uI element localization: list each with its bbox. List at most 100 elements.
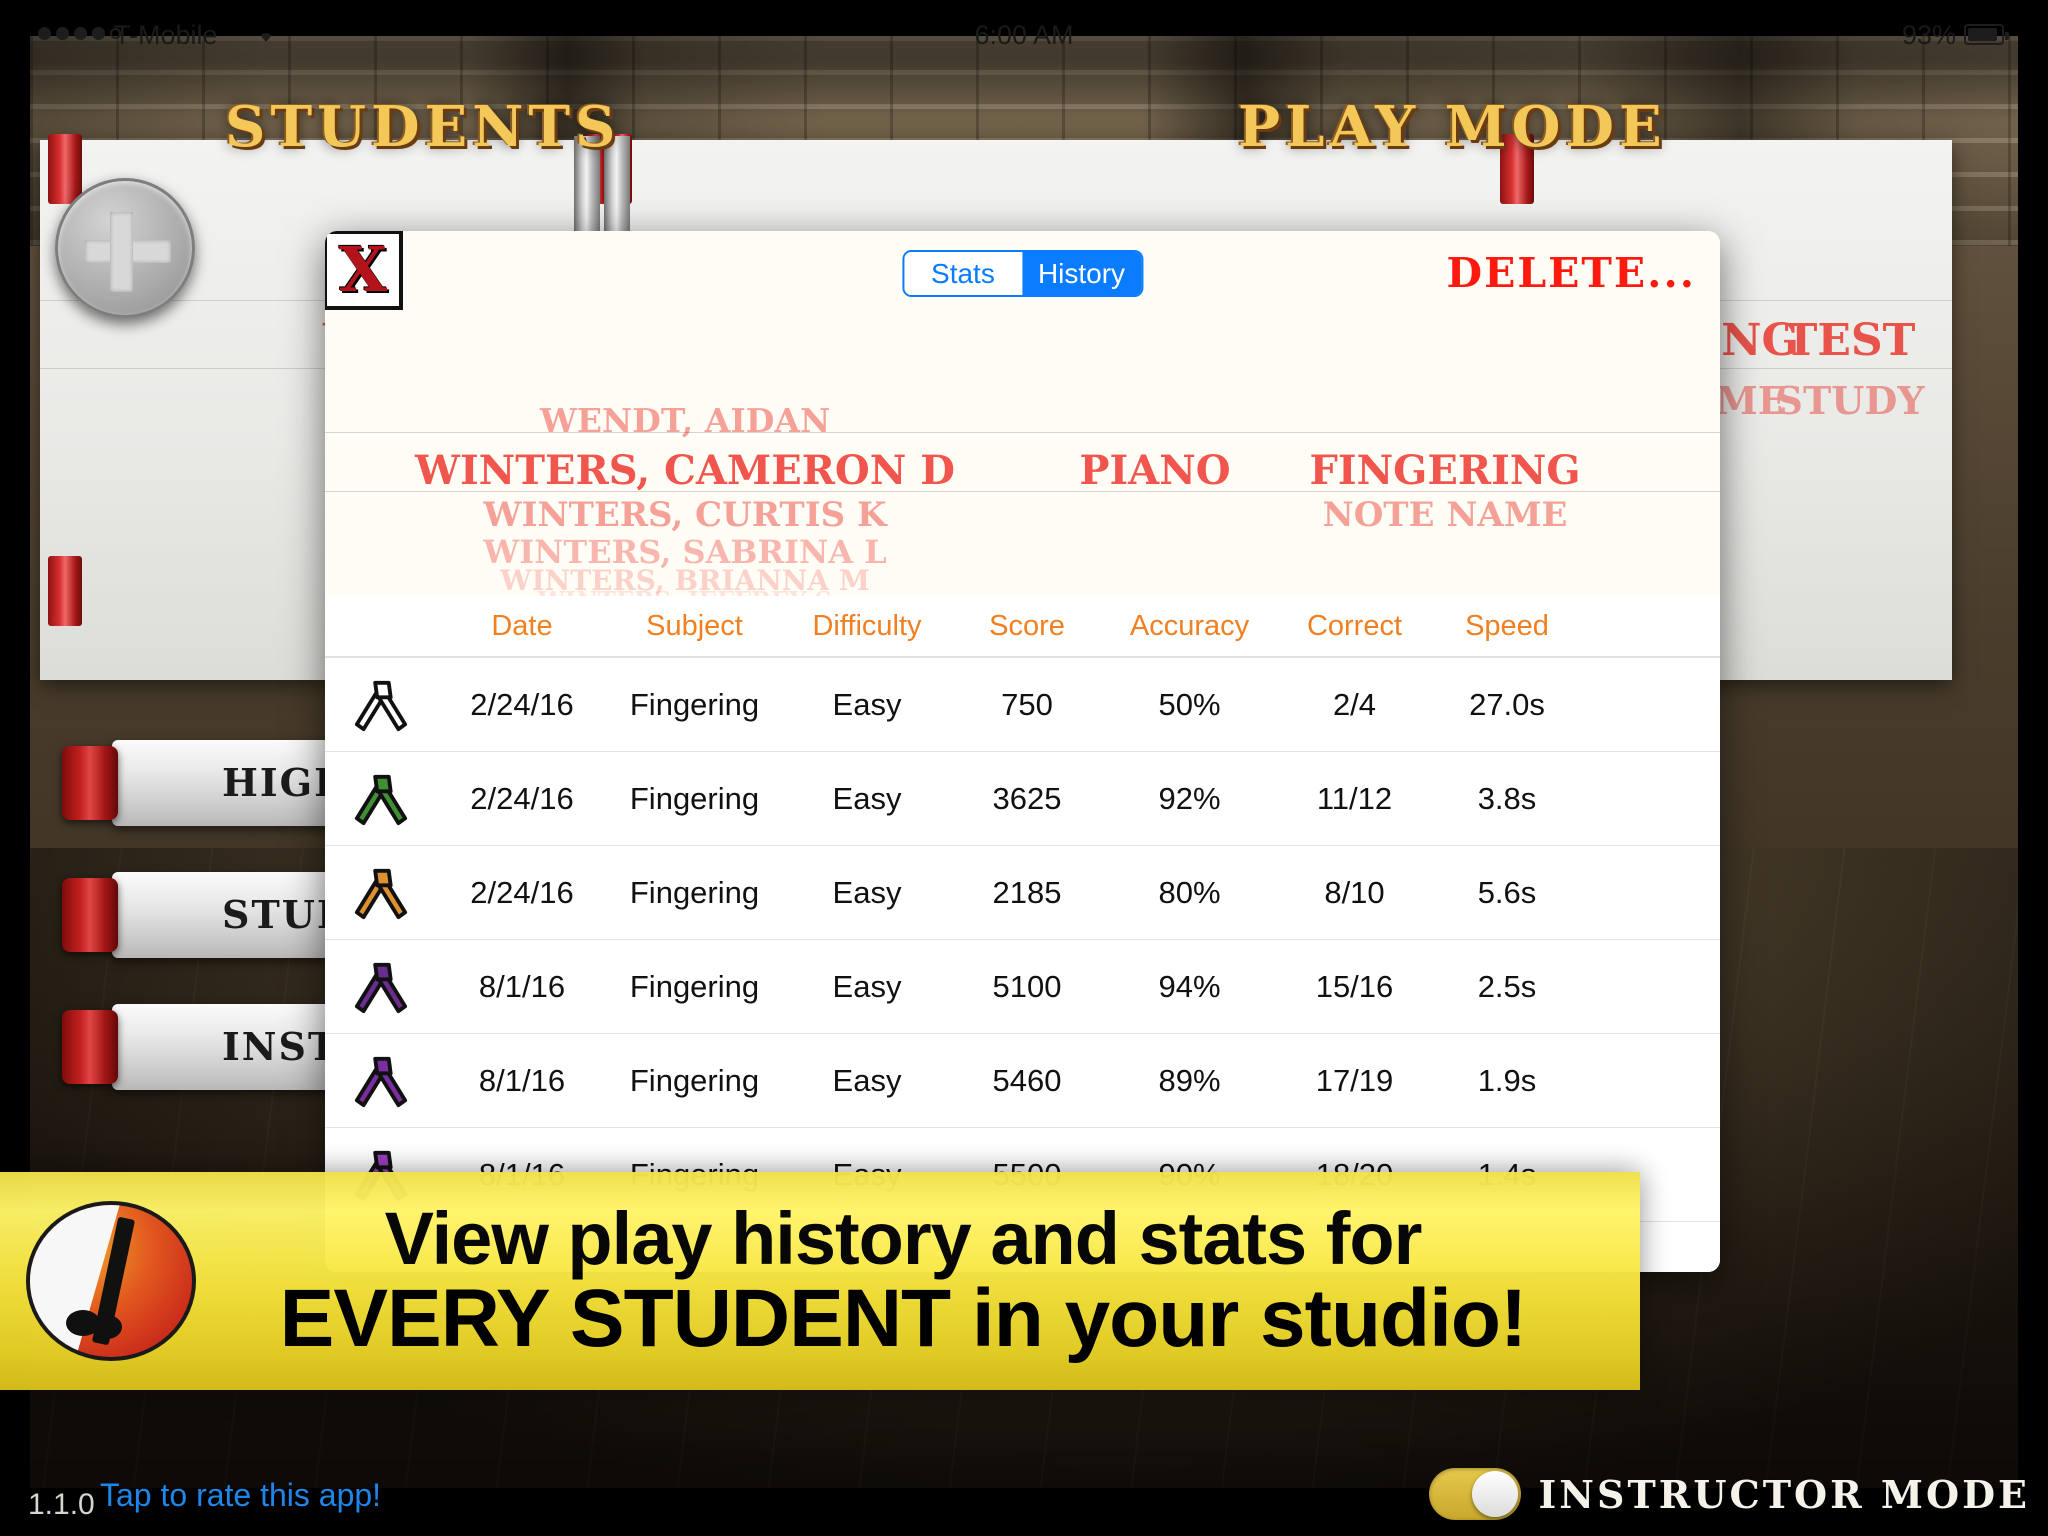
cell-difficulty: Easy (832, 874, 902, 910)
footer-bar: 1.1.0 Tap to rate this app! INSTRUCTOR M… (0, 1440, 2048, 1536)
row-medal-icon (325, 864, 437, 922)
add-student-button[interactable] (55, 178, 195, 318)
cell-difficulty: Easy (832, 686, 902, 722)
promo-banner[interactable]: View play history and stats for EVERY ST… (0, 1172, 1640, 1390)
cell-correct: 15/16 (1315, 968, 1394, 1004)
cell-accuracy: 89% (1158, 1062, 1221, 1098)
instructor-mode-control[interactable]: INSTRUCTOR MODE (1428, 1468, 2030, 1520)
instructor-mode-toggle[interactable] (1428, 1468, 1521, 1520)
cell-correct: 8/10 (1324, 874, 1385, 910)
col-header-accuracy[interactable]: Accuracy (1102, 610, 1277, 643)
crossed-hammers-icon (354, 774, 408, 825)
stats-history-segmented-control[interactable]: Stats History (901, 250, 1144, 297)
carrier-name: T-Mobile (114, 20, 218, 50)
pipe-decoration-left2 (48, 556, 82, 626)
table-row[interactable]: 2/24/16 Fingering Easy 750 50% 2/4 27.0s (325, 658, 1720, 752)
col-header-score[interactable]: Score (952, 610, 1102, 643)
col-header-difficulty[interactable]: Difficulty (782, 610, 952, 643)
cell-score: 2185 (992, 874, 1062, 910)
cell-accuracy: 80% (1158, 874, 1221, 910)
history-table-body: 2/24/16 Fingering Easy 750 50% 2/4 27.0s 2/24/1… (325, 658, 1720, 1222)
col-header-speed[interactable]: Speed (1432, 610, 1582, 643)
cell-speed: 2.5s (1477, 968, 1537, 1004)
app-logo-icon (26, 1201, 196, 1361)
logo-ring (26, 1201, 196, 1361)
picker-student-name: WINTERS, JEFFREY S (355, 586, 1015, 597)
student-history-modal: X Stats History DELETE... WENDT, AIDAN WI… (325, 231, 1720, 1272)
cell-date: 8/1/16 (478, 1062, 566, 1098)
logo-note-2 (91, 1314, 122, 1339)
row-medal-icon (325, 1052, 437, 1110)
row-medal-icon (325, 958, 437, 1016)
page-title-students: STUDENTS (225, 94, 621, 160)
student-picker-wheel[interactable]: WENDT, AIDAN WINTERS, CAMERON D PIANO FINGE… (325, 366, 1720, 596)
cell-score: 5460 (992, 1062, 1062, 1098)
cell-difficulty: Easy (832, 968, 902, 1004)
cell-date: 8/1/16 (478, 968, 566, 1004)
close-x-icon[interactable]: X (325, 231, 403, 310)
col-header-correct[interactable]: Correct (1277, 610, 1432, 643)
tab-stats[interactable]: Stats (903, 252, 1022, 295)
cell-score: 750 (1001, 686, 1053, 722)
promo-line-1: View play history and stats for (384, 1197, 1423, 1281)
cell-subject: Fingering (629, 780, 760, 816)
picker-student-name: WINTERS, CAMERON D (415, 446, 955, 494)
cell-difficulty: Easy (832, 1062, 902, 1098)
delete-button[interactable]: DELETE... (1447, 249, 1696, 297)
scroll-knob (62, 1010, 118, 1084)
cell-date: 2/24/16 (470, 874, 574, 910)
toggle-knob (1471, 1471, 1518, 1517)
row-medal-icon (325, 770, 437, 828)
tab-history[interactable]: History (1021, 252, 1142, 295)
cell-score: 5100 (992, 968, 1062, 1004)
col-header-date[interactable]: Date (437, 610, 607, 643)
student-test-study: TEST (1784, 315, 1916, 366)
cell-subject: Fingering (629, 686, 760, 722)
cell-score: 3625 (992, 780, 1062, 816)
scroll-knob (62, 878, 118, 952)
cell-subject: Fingering (629, 874, 760, 910)
cell-difficulty: Easy (832, 780, 902, 816)
col-header-subject[interactable]: Subject (607, 610, 782, 643)
picker-row[interactable]: WINTERS, CURTIS K NOTE NAME (325, 495, 1720, 535)
page-title-play-mode: PLAY MODE (1238, 94, 1667, 160)
battery-percent: 93% (1901, 20, 1956, 50)
row-medal-icon (325, 676, 437, 734)
crossed-hammers-icon (354, 680, 408, 731)
cell-accuracy: 92% (1158, 780, 1221, 816)
table-row[interactable]: 8/1/16 Fingering Easy 5460 89% 17/19 1.9s (325, 1034, 1720, 1128)
picker-student-name: WENDT, AIDAN (539, 401, 831, 440)
promo-line-2: EVERY STUDENT in your studio! (279, 1272, 1528, 1364)
cell-date: 2/24/16 (470, 686, 574, 722)
wifi-icon (260, 33, 272, 42)
crossed-hammers-icon (354, 1056, 408, 1107)
scroll-knob (62, 746, 118, 820)
signal-strength-icon (38, 27, 121, 40)
cell-speed: 27.0s (1469, 686, 1545, 722)
status-clock: 6:00 AM (974, 20, 1074, 50)
crossed-hammers-icon (354, 962, 408, 1013)
cell-speed: 1.9s (1477, 1062, 1537, 1098)
table-row[interactable]: 2/24/16 Fingering Easy 2185 80% 8/10 5.6s (325, 846, 1720, 940)
plus-icon-vertical (110, 212, 133, 292)
table-row[interactable]: 8/1/16 Fingering Easy 5100 94% 15/16 2.5s (325, 940, 1720, 1034)
cell-speed: 5.6s (1477, 874, 1537, 910)
rate-app-link[interactable]: Tap to rate this app! (100, 1477, 381, 1514)
cell-correct: 2/4 (1332, 686, 1377, 722)
picker-instrument: PIANO (1079, 446, 1231, 494)
ios-status-bar: T-Mobile 6:00 AM 93% (30, 18, 2018, 54)
picker-student-name: WINTERS, CURTIS K (483, 495, 887, 535)
picker-selection-line (325, 432, 1720, 433)
promo-text: View play history and stats for EVERY ST… (196, 1201, 1640, 1360)
picker-row-selected[interactable]: WINTERS, CAMERON D PIANO FINGERING (325, 447, 1720, 494)
picker-row[interactable]: WINTERS, JEFFREY S (325, 586, 1720, 597)
battery-icon (1964, 24, 2009, 45)
table-row[interactable]: 2/24/16 Fingering Easy 3625 92% 11/12 3.8s (325, 752, 1720, 846)
cell-speed: 3.8s (1477, 780, 1537, 816)
history-table-header: Date Subject Difficulty Score Accuracy C… (325, 596, 1720, 658)
student-test-study: STUDY (1775, 378, 1925, 423)
cell-correct: 17/19 (1315, 1062, 1394, 1098)
cell-accuracy: 50% (1158, 686, 1221, 722)
crossed-hammers-icon (354, 868, 408, 919)
picker-mode: NOTE NAME (1322, 495, 1568, 535)
